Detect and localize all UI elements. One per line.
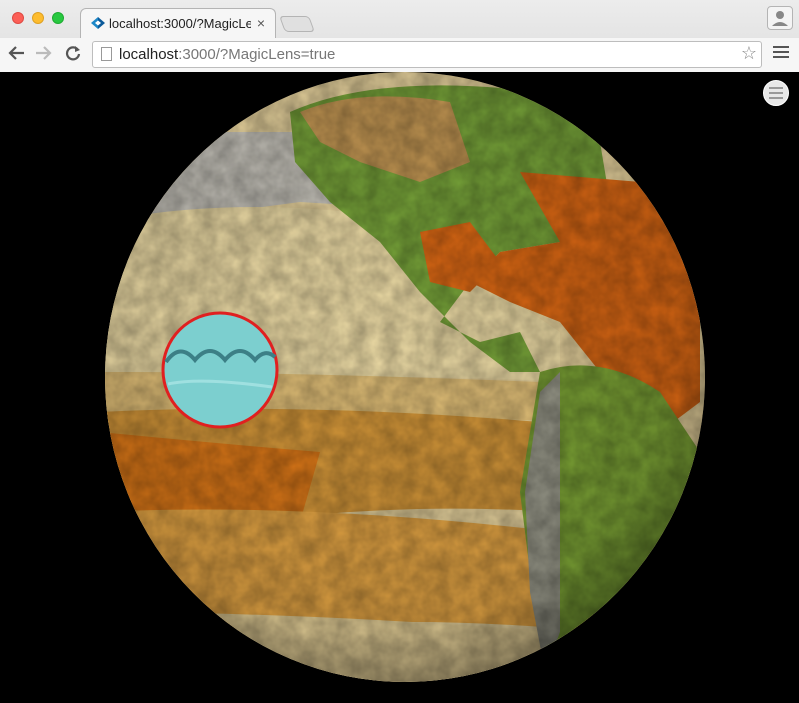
tab-close-icon[interactable]: ×	[257, 15, 265, 31]
hamburger-menu-icon[interactable]	[773, 46, 789, 60]
back-arrow-icon[interactable]	[6, 42, 28, 64]
globe-visualization[interactable]	[0, 72, 799, 703]
browser-chrome: localhost:3000/?MagicLens=true × localho…	[0, 0, 799, 72]
title-bar: localhost:3000/?MagicLens=true ×	[0, 0, 799, 38]
globe-viewport[interactable]	[0, 72, 799, 703]
window-maximize-button[interactable]	[52, 12, 64, 24]
magic-lens[interactable]	[161, 311, 279, 429]
star-icon[interactable]: ☆	[741, 43, 757, 64]
browser-toolbar: localhost:3000/?MagicLens=true ☆	[0, 38, 799, 72]
window-close-button[interactable]	[12, 12, 24, 24]
app-menu-icon[interactable]	[763, 80, 789, 106]
browser-tab[interactable]: localhost:3000/?MagicLens=true ×	[80, 8, 276, 38]
page-icon	[101, 47, 112, 61]
forward-arrow-icon[interactable]	[32, 42, 54, 64]
profile-icon[interactable]	[767, 6, 793, 30]
favicon-icon	[91, 17, 105, 29]
reload-icon[interactable]	[62, 42, 84, 64]
window-minimize-button[interactable]	[32, 12, 44, 24]
url-text: localhost:3000/?MagicLens=true	[119, 46, 336, 63]
address-bar[interactable]: localhost:3000/?MagicLens=true ☆	[92, 41, 762, 68]
new-tab-button[interactable]	[279, 16, 315, 32]
tab-title: localhost:3000/?MagicLens=true	[109, 16, 251, 31]
